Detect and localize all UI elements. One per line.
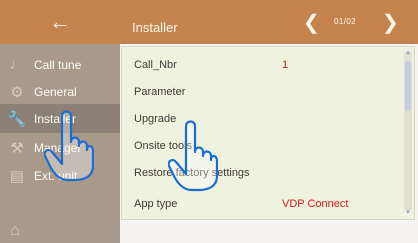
list-item-value: 1: [282, 59, 289, 71]
back-button[interactable]: ←: [0, 0, 120, 44]
next-page-button[interactable]: ❯: [382, 10, 399, 35]
home-icon: ⌂: [10, 222, 20, 239]
chevron-left-icon: ❮: [303, 12, 320, 34]
sidebar-item-general[interactable]: ⚙ General: [0, 77, 120, 106]
sidebar-item-label: Call tune: [34, 57, 82, 72]
music-note-icon: ♩: [9, 56, 25, 73]
prev-page-button[interactable]: ❮: [303, 10, 320, 35]
list-item-restore-factory[interactable]: Restore factory settings: [122, 162, 403, 184]
header-bar: Installer ❮ 01/02 ❯: [120, 0, 418, 44]
page-indicator: 01/02: [334, 17, 357, 26]
list-item-onsite-tools[interactable]: Onsite tools: [122, 135, 403, 157]
list-item-call-nbr[interactable]: Call_Nbr 1: [122, 54, 403, 76]
settings-list: Call_Nbr 1 Parameter Upgrade Onsite tool…: [121, 46, 415, 220]
arrow-left-icon: ←: [49, 9, 71, 34]
page-title: Installer: [132, 20, 178, 35]
list-item-parameter[interactable]: Parameter: [122, 81, 403, 103]
intercom-icon: ▤: [9, 167, 25, 185]
settings-screen: ← ♩ Call tune ⚙ General 🔧 Installer ⚒ Ma…: [0, 0, 418, 243]
sidebar-item-call-tune[interactable]: ♩ Call tune: [0, 50, 120, 79]
list-item-value: VDP Connect: [282, 198, 349, 210]
tap-hand-icon: [44, 110, 94, 182]
list-item-label: Parameter: [134, 86, 186, 98]
scroll-down-icon[interactable]: ▼: [404, 209, 412, 218]
scrollbar-thumb[interactable]: [405, 61, 411, 111]
tools-icon: ⚒: [10, 139, 24, 157]
list-item-upgrade[interactable]: Upgrade: [122, 108, 403, 130]
wrench-icon: 🔧: [7, 110, 27, 128]
chevron-right-icon: ❯: [382, 12, 399, 34]
list-item-label: App type: [134, 198, 178, 210]
gear-icon: ⚙: [10, 83, 24, 101]
sidebar-item-label: General: [34, 84, 77, 99]
scroll-up-icon[interactable]: ▲: [404, 49, 412, 58]
home-button[interactable]: ⌂: [10, 222, 20, 240]
list-item-label: Call_Nbr: [134, 59, 177, 71]
tap-hand-icon: [168, 120, 218, 192]
list-item-app-type[interactable]: App type VDP Connect: [122, 193, 403, 215]
